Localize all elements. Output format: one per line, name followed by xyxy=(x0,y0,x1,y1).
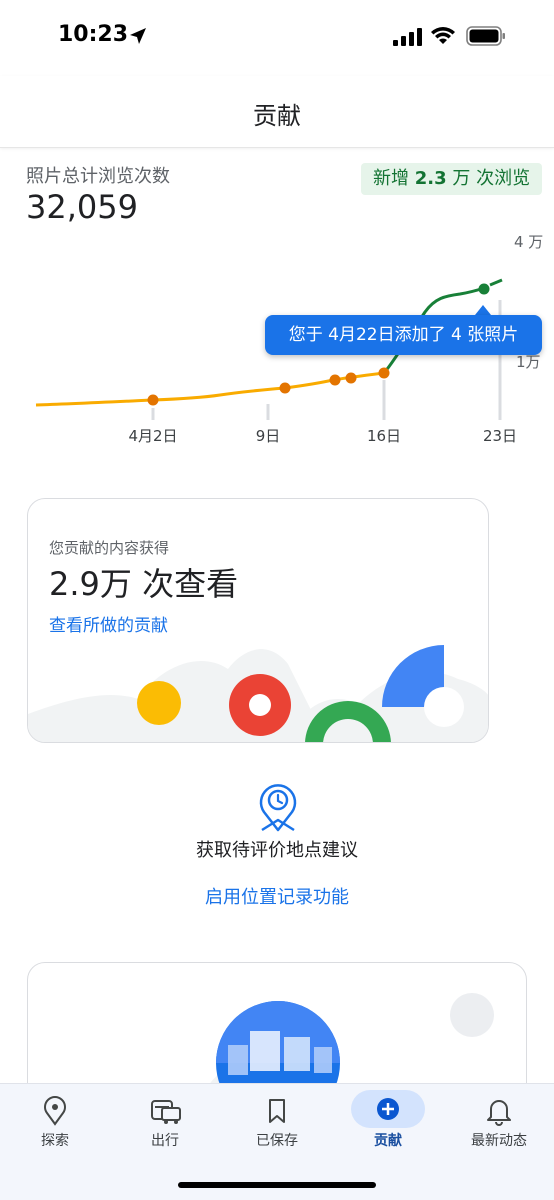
total-views-label: 照片总计浏览次数 xyxy=(26,166,170,187)
chart-tooltip: 您于 4月22日添加了 4 张照片 xyxy=(265,315,542,355)
commute-icon xyxy=(151,1100,181,1124)
series-line-dashed xyxy=(489,278,503,287)
data-point-marker[interactable] xyxy=(345,372,357,384)
x-tick-label: 23日 xyxy=(483,427,517,445)
y-tick-label: 4 万 xyxy=(514,233,543,251)
data-point-marker[interactable] xyxy=(478,283,490,295)
views-card[interactable]: 您贡献的内容获得 2.9万 次查看 查看所做的贡献 xyxy=(27,498,489,743)
nav-label-contribute: 贡献 xyxy=(374,1133,402,1149)
location-history-icon xyxy=(259,784,297,832)
page-title: 贡献 xyxy=(253,102,301,130)
growth-badge-number: 2.3 xyxy=(414,168,447,189)
growth-badge: 新增 2.3 万 次浏览 xyxy=(361,163,543,195)
data-point-marker[interactable] xyxy=(378,367,390,379)
map-pin-icon xyxy=(44,1096,66,1126)
status-bar: 10:23 xyxy=(0,0,554,76)
tooltip-arrow xyxy=(475,305,491,315)
nav-label-saved: 已保存 xyxy=(256,1133,298,1149)
data-point-marker[interactable] xyxy=(147,394,159,406)
nav-item-explore[interactable]: 探索 xyxy=(0,1084,110,1164)
data-point-marker[interactable] xyxy=(279,382,291,394)
nav-item-updates[interactable]: 最新动态 xyxy=(444,1084,554,1164)
nav-item-saved[interactable]: 已保存 xyxy=(222,1084,332,1164)
cellular-signal-icon xyxy=(393,28,422,46)
status-time: 10:23 xyxy=(58,22,129,47)
enable-location-history-link[interactable]: 启用位置记录功能 xyxy=(0,883,554,909)
y-tick-label: 1万 xyxy=(516,353,541,371)
views-card-value: 2.9万 次查看 xyxy=(49,565,239,603)
battery-icon xyxy=(466,26,505,46)
bookmark-icon xyxy=(269,1099,285,1123)
location-arrow-icon xyxy=(130,28,146,44)
growth-badge-prefix: 新增 xyxy=(373,168,415,189)
data-point-marker[interactable] xyxy=(329,374,341,386)
x-tick-label: 4月2日 xyxy=(128,427,177,445)
x-tick-label: 9日 xyxy=(256,427,281,445)
nav-label-go: 出行 xyxy=(151,1133,179,1149)
wifi-icon xyxy=(431,27,455,44)
nav-item-contribute[interactable]: 贡献 xyxy=(333,1084,443,1164)
nav-label-updates: 最新动态 xyxy=(471,1133,527,1149)
growth-badge-suffix: 万 次浏览 xyxy=(446,168,531,189)
x-tick-label: 16日 xyxy=(367,427,401,445)
bell-icon xyxy=(487,1100,511,1126)
view-contributions-link[interactable]: 查看所做的贡献 xyxy=(49,611,168,636)
nav-item-go[interactable]: 出行 xyxy=(110,1084,220,1164)
add-circle-icon xyxy=(377,1098,399,1120)
suggestion-title: 获取待评价地点建议 xyxy=(196,840,358,861)
app-header: 贡献 xyxy=(0,76,554,148)
nav-label-explore: 探索 xyxy=(41,1133,69,1149)
home-indicator xyxy=(178,1182,376,1188)
views-card-label: 您贡献的内容获得 xyxy=(49,539,170,557)
